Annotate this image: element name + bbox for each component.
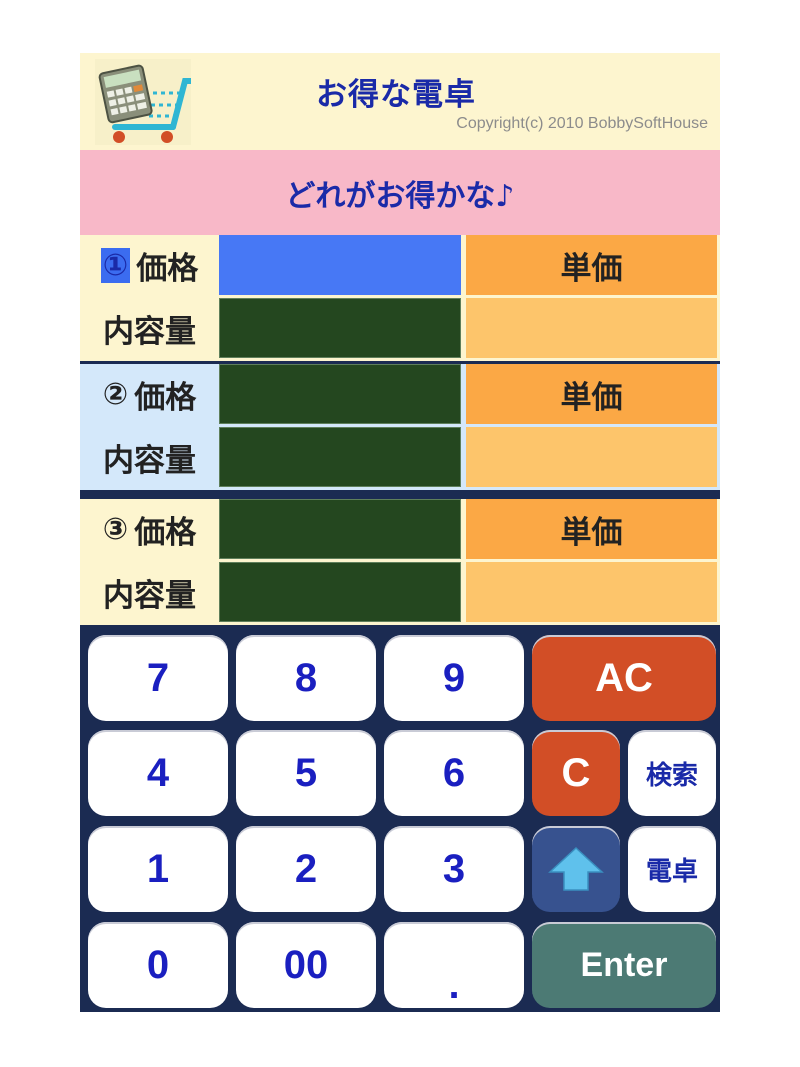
- app-window: お得な電卓 Copyright(c) 2010 BobbySoftHouse ど…: [80, 53, 720, 1012]
- calculator-mode-button[interactable]: 電卓: [628, 826, 716, 912]
- all-clear-button[interactable]: AC: [532, 635, 716, 721]
- price-label-text: 価格: [134, 379, 197, 416]
- item-1-quantity-label: 内容量: [103, 313, 196, 350]
- item-2-unit-price-value: [466, 427, 717, 487]
- copyright-text: Copyright(c) 2010 BobbySoftHouse: [456, 115, 708, 132]
- item-1-unit-price-header: 単価: [466, 235, 717, 295]
- item-2-unit-price-header: 単価: [466, 364, 717, 424]
- item-1-quantity-field[interactable]: [219, 298, 461, 358]
- key-6[interactable]: 6: [384, 730, 524, 816]
- item-1-unit-price-value: [466, 298, 717, 358]
- item-1-number-badge[interactable]: ①: [100, 247, 131, 283]
- item-2-quantity-label: 内容量: [103, 442, 196, 479]
- key-8[interactable]: 8: [236, 635, 376, 721]
- item-3-price-label[interactable]: ③ 価格: [80, 499, 219, 559]
- key-9[interactable]: 9: [384, 635, 524, 721]
- banner: どれがお得かな♪: [80, 150, 720, 235]
- key-decimal-point[interactable]: .: [384, 922, 524, 1008]
- up-arrow-icon: [548, 846, 604, 891]
- item-3-price-field[interactable]: [219, 499, 461, 559]
- up-button[interactable]: [532, 826, 620, 912]
- item-2-quantity-field[interactable]: [219, 427, 461, 487]
- item-1-price-field[interactable]: [219, 235, 461, 295]
- price-label-text: 価格: [136, 250, 199, 287]
- calculator-cart-icon: [95, 59, 194, 145]
- item-3-quantity-label: 内容量: [103, 577, 196, 614]
- item-2-price-label[interactable]: ② 価格: [80, 364, 219, 424]
- key-1[interactable]: 1: [88, 826, 228, 912]
- key-5[interactable]: 5: [236, 730, 376, 816]
- item-3-unit-price-header: 単価: [466, 499, 717, 559]
- key-00[interactable]: 00: [236, 922, 376, 1008]
- clear-button[interactable]: C: [532, 730, 620, 816]
- search-button[interactable]: 検索: [628, 730, 716, 816]
- item-3-unit-price-value: [466, 562, 717, 622]
- key-2[interactable]: 2: [236, 826, 376, 912]
- key-7[interactable]: 7: [88, 635, 228, 721]
- item-1-price-label[interactable]: ① 価格: [80, 235, 219, 295]
- item-2-price-field[interactable]: [219, 364, 461, 424]
- item-2-block: ② 価格 単価 内容量: [80, 364, 720, 490]
- item-3-block: ③ 価格 単価 内容量: [80, 499, 720, 625]
- banner-text: どれがお得かな♪: [285, 178, 515, 214]
- price-label-text: 価格: [134, 514, 197, 551]
- key-4[interactable]: 4: [88, 730, 228, 816]
- keypad: 7 8 9 AC 4 5 6 C 検索 1 2 3 電卓 0 00 . Ente…: [80, 629, 720, 1012]
- header: お得な電卓 Copyright(c) 2010 BobbySoftHouse: [80, 53, 720, 150]
- item-3-quantity-field[interactable]: [219, 562, 461, 622]
- app-title: お得な電卓: [316, 77, 476, 113]
- item-1-block: ① 価格 単価 内容量: [80, 235, 720, 361]
- enter-button[interactable]: Enter: [532, 922, 716, 1008]
- key-3[interactable]: 3: [384, 826, 524, 912]
- item-3-number-badge[interactable]: ③: [103, 512, 128, 547]
- key-0[interactable]: 0: [88, 922, 228, 1008]
- item-2-number-badge[interactable]: ②: [103, 377, 128, 412]
